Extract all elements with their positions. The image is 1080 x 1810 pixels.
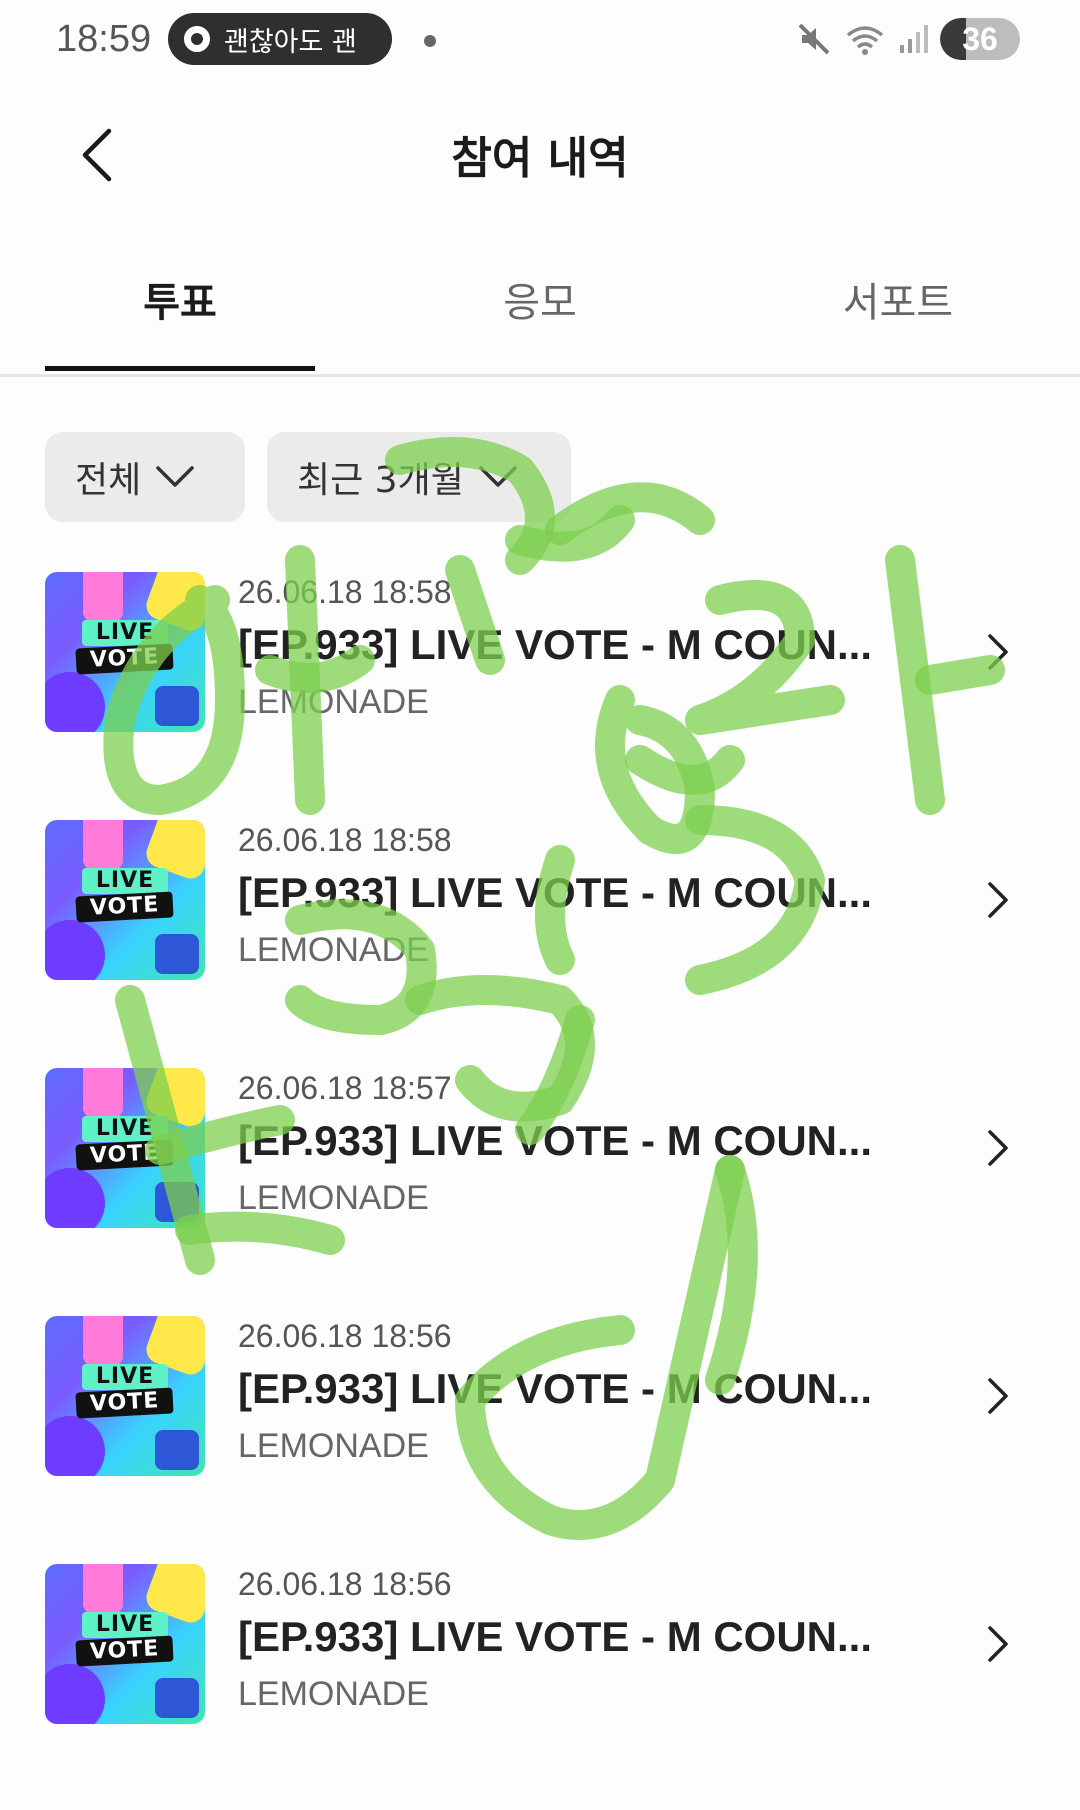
item-organizer: LEMONADE	[238, 1675, 429, 1713]
tab-support[interactable]: 서포트	[763, 270, 1033, 328]
mute-icon	[798, 23, 830, 55]
thumbnail-text-vote: VOTE	[75, 1139, 175, 1171]
thumbnail-text-vote: VOTE	[75, 1635, 175, 1667]
item-title: [EP.933] LIVE VOTE - M COUN...	[238, 1613, 873, 1660]
chevron-down-icon	[156, 466, 194, 487]
item-date: 26.06.18 18:57	[238, 1070, 452, 1106]
period-filter-label: 최근 3개월	[297, 460, 464, 501]
thumbnail-text-live: LIVE	[81, 1116, 169, 1142]
item-date: 26.06.18 18:58	[238, 822, 452, 858]
chevron-right-icon	[988, 882, 1008, 918]
chevron-right-icon	[988, 1626, 1008, 1662]
status-time: 18:59	[56, 18, 152, 60]
item-title: [EP.933] LIVE VOTE - M COUN...	[238, 869, 873, 916]
item-title: [EP.933] LIVE VOTE - M COUN...	[238, 1117, 873, 1164]
item-organizer: LEMONADE	[238, 931, 429, 969]
battery-icon: 36	[940, 18, 1020, 60]
item-organizer: LEMONADE	[238, 1179, 429, 1217]
item-title: [EP.933] LIVE VOTE - M COUN...	[238, 1365, 873, 1412]
list-item[interactable]: LIVE VOTE 26.06.18 18:58 [EP.933] LIVE VO…	[0, 818, 1080, 1066]
list-item[interactable]: LIVE VOTE 26.06.18 18:58 [EP.933] LIVE VO…	[0, 570, 1080, 818]
chevron-right-icon	[988, 634, 1008, 670]
signal-icon	[900, 25, 928, 53]
list-item[interactable]: LIVE VOTE 26.06.18 18:57 [EP.933] LIVE VO…	[0, 1066, 1080, 1314]
list-item[interactable]: LIVE VOTE 26.06.18 18:56 [EP.933] LIVE VO…	[0, 1314, 1080, 1562]
item-title: [EP.933] LIVE VOTE - M COUN...	[238, 621, 873, 668]
filter-bar: 전체 최근 3개월	[45, 432, 571, 522]
thumbnail-text-vote: VOTE	[75, 1387, 175, 1419]
thumbnail-text-live: LIVE	[81, 1364, 169, 1390]
item-organizer: LEMONADE	[238, 1427, 429, 1465]
wifi-icon	[846, 26, 884, 55]
period-filter-dropdown[interactable]: 최근 3개월	[267, 432, 571, 522]
thumbnail-text-vote: VOTE	[75, 891, 175, 923]
category-filter-label: 전체	[75, 460, 142, 501]
thumbnail-text-live: LIVE	[81, 1612, 169, 1638]
live-vote-thumbnail: LIVE VOTE	[45, 1316, 205, 1476]
item-date: 26.06.18 18:58	[238, 574, 452, 610]
thumbnail-text-live: LIVE	[81, 620, 169, 646]
status-bar: 18:59 괜찮아도 괜 36	[0, 0, 1080, 82]
active-tab-indicator	[45, 366, 315, 371]
music-icon	[184, 26, 210, 52]
notification-dot	[424, 35, 436, 47]
notification-pill[interactable]: 괜찮아도 괜	[168, 13, 392, 65]
live-vote-thumbnail: LIVE VOTE	[45, 572, 205, 732]
live-vote-thumbnail: LIVE VOTE	[45, 1564, 205, 1724]
system-icons: 36	[796, 18, 1020, 60]
tab-entry[interactable]: 응모	[405, 270, 675, 328]
chevron-right-icon	[988, 1130, 1008, 1166]
thumbnail-text-vote: VOTE	[75, 643, 175, 675]
item-organizer: LEMONADE	[238, 683, 429, 721]
live-vote-thumbnail: LIVE VOTE	[45, 1068, 205, 1228]
participation-list: LIVE VOTE 26.06.18 18:58 [EP.933] LIVE VO…	[0, 570, 1080, 1810]
app-header: 참여 내역	[0, 100, 1080, 210]
item-date: 26.06.18 18:56	[238, 1566, 452, 1602]
notification-text: 괜찮아도 괜	[224, 26, 357, 58]
item-date: 26.06.18 18:56	[238, 1318, 452, 1354]
thumbnail-text-live: LIVE	[81, 868, 169, 894]
live-vote-thumbnail: LIVE VOTE	[45, 820, 205, 980]
category-filter-dropdown[interactable]: 전체	[45, 432, 245, 522]
chevron-down-icon	[479, 466, 517, 487]
chevron-right-icon	[988, 1378, 1008, 1414]
tab-bar: 투표 응모 서포트	[0, 240, 1080, 377]
page-title: 참여 내역	[451, 133, 629, 184]
tab-vote[interactable]: 투표	[45, 270, 315, 328]
